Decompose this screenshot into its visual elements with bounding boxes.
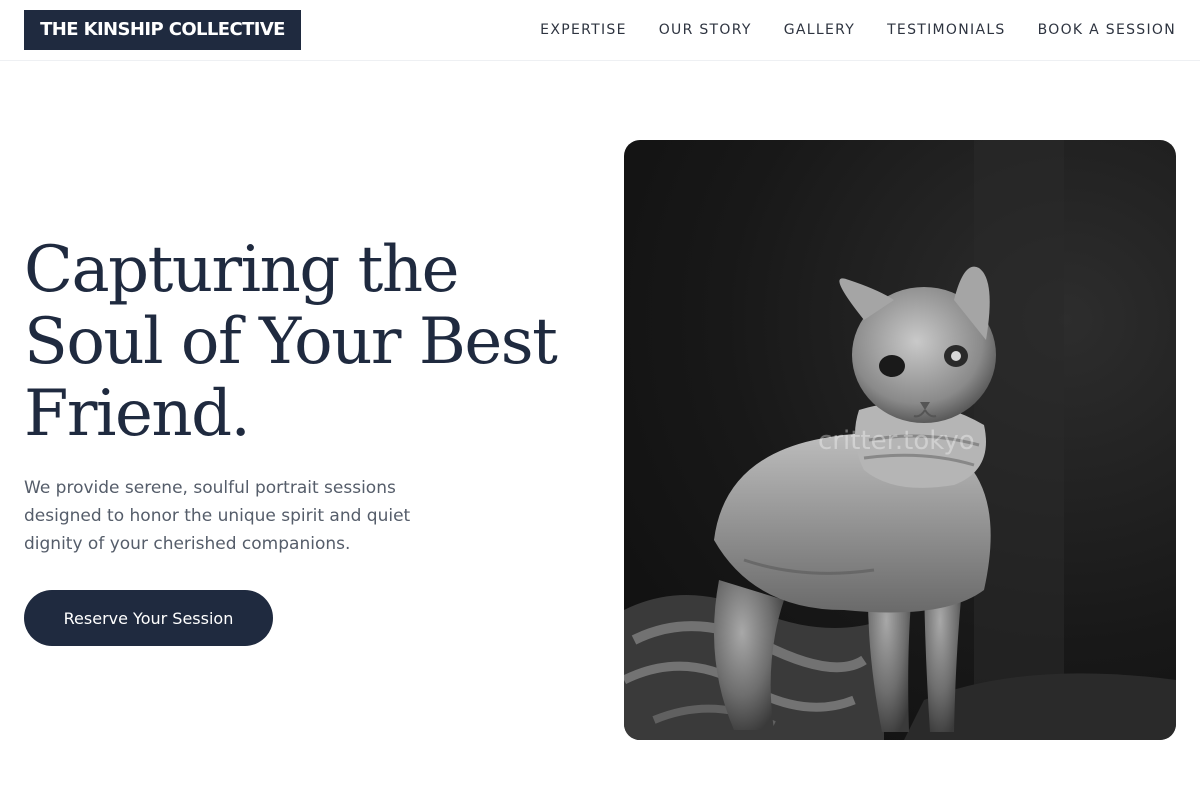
nav-item-gallery[interactable]: GALLERY — [784, 22, 855, 38]
hero-title-line: Capturing the — [24, 233, 459, 307]
reserve-session-button[interactable]: Reserve Your Session — [24, 590, 273, 646]
nav-item-testimonials[interactable]: TESTIMONIALS — [887, 22, 1006, 38]
hero-title: Capturing the Soul of Your Best Friend. — [24, 234, 604, 450]
hero-title-line: Friend. — [24, 377, 251, 451]
nav-item-our-story[interactable]: OUR STORY — [659, 22, 752, 38]
nav-item-book-a-session[interactable]: BOOK A SESSION — [1038, 22, 1176, 38]
hero-subtitle: We provide serene, soulful portrait sess… — [24, 478, 411, 554]
photo-watermark: critter.tokyo — [818, 426, 975, 456]
site-header: THE KINSHIP COLLECTIVE EXPERTISE OUR STO… — [0, 0, 1200, 61]
main-nav: EXPERTISE OUR STORY GALLERY TESTIMONIALS… — [540, 0, 1176, 60]
hero-title-line: Soul of Your Best — [24, 305, 558, 379]
hero-photo: critter.tokyo — [624, 140, 1176, 740]
brand-logo[interactable]: THE KINSHIP COLLECTIVE — [24, 10, 301, 50]
nav-item-expertise[interactable]: EXPERTISE — [540, 22, 627, 38]
